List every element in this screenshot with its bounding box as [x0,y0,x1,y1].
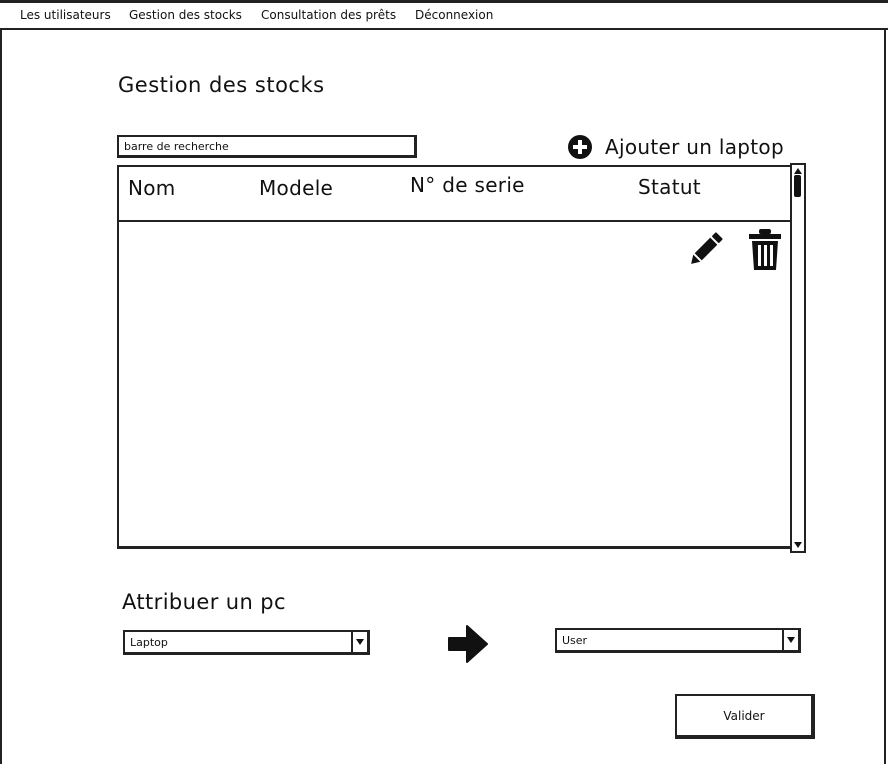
scroll-down-icon[interactable] [793,540,803,550]
column-header-nom[interactable]: Nom [128,176,176,200]
validate-button-label: Valider [723,708,765,723]
menu-item-utilisateurs[interactable]: Les utilisateurs [20,8,111,22]
menu-item-gestion-stocks[interactable]: Gestion des stocks [129,8,242,22]
laptop-select[interactable]: Laptop [123,630,370,655]
laptop-select-value: Laptop [130,636,168,649]
top-menu-bar: Les utilisateurs Gestion des stocks Cons… [0,0,888,30]
column-header-modele[interactable]: Modele [259,176,333,200]
plus-circle-icon [568,135,592,159]
user-select-value: User [562,634,588,647]
menu-item-deconnexion[interactable]: Déconnexion [415,8,493,22]
trash-icon[interactable] [746,228,784,272]
arrow-right-icon [448,625,488,663]
stock-table: Nom Modele N° de serie Statut [117,165,792,549]
add-laptop-label: Ajouter un laptop [605,135,784,159]
chevron-down-icon[interactable] [351,632,367,652]
validate-button[interactable]: Valider [675,694,815,739]
search-input[interactable] [117,135,417,158]
menu-item-consultation-prets[interactable]: Consultation des prêts [261,8,396,22]
user-select[interactable]: User [555,628,801,653]
assign-title: Attribuer un pc [122,590,286,614]
chevron-down-icon[interactable] [782,630,798,650]
table-scrollbar[interactable] [790,163,806,553]
scroll-thumb[interactable] [794,175,801,197]
column-header-statut[interactable]: Statut [638,175,701,199]
header-divider [119,220,792,222]
page-title: Gestion des stocks [118,73,325,97]
column-header-serie[interactable]: N° de serie [410,173,525,197]
add-laptop-button[interactable]: Ajouter un laptop [567,132,784,162]
pencil-icon[interactable] [684,227,728,271]
